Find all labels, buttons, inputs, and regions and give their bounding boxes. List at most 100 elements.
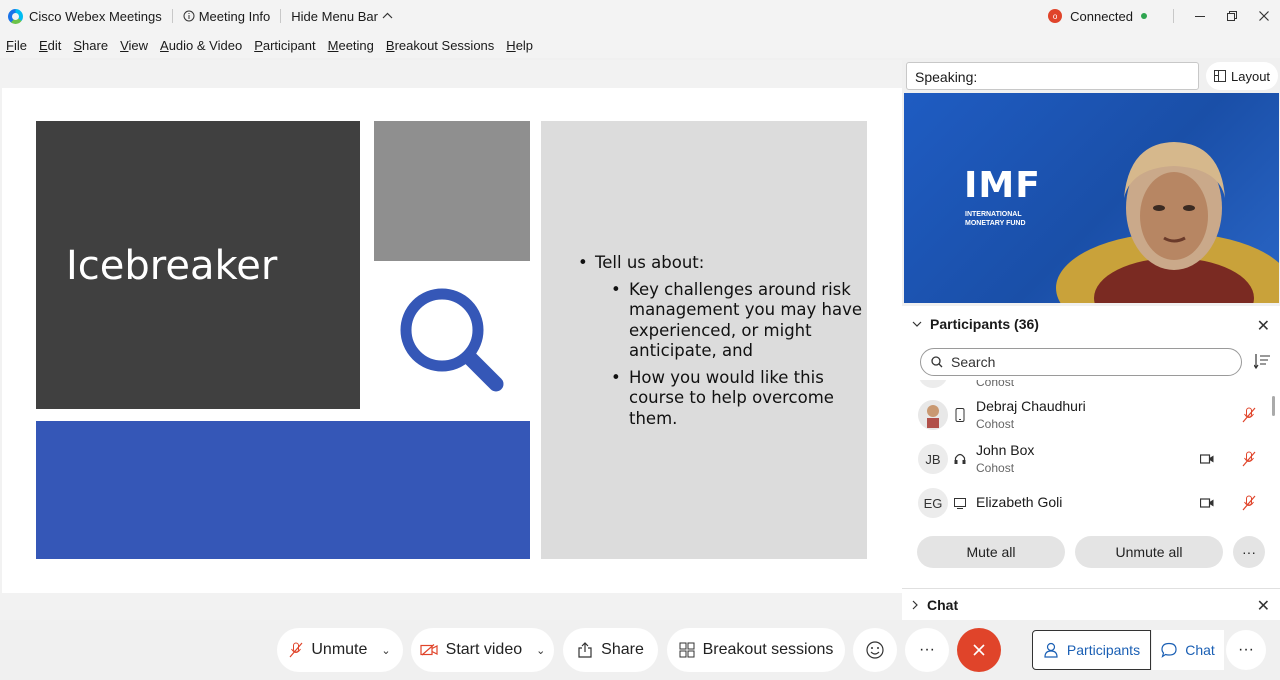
bullet-sub-2: How you would like this course to help o… (575, 368, 865, 430)
participant-list: Cohost Debraj Chaudhuri Cohost JB John B… (916, 380, 1266, 530)
more-controls-button[interactable]: ··· (905, 628, 949, 672)
connected-indicator-icon (1141, 13, 1147, 19)
participants-header[interactable]: Participants (36) (912, 316, 1039, 332)
side-panel: Speaking: Layout IMF INTERNATIONAL MONETA… (902, 60, 1280, 620)
slide-blue-block (36, 421, 530, 559)
chevron-up-icon (382, 12, 393, 19)
unmute-all-label: Unmute all (1115, 544, 1183, 560)
participant-search-input[interactable]: Search (920, 348, 1242, 376)
slide-title-block: Icebreaker (36, 121, 360, 409)
participant-row[interactable]: EG Elizabeth Goli (916, 482, 1266, 526)
smiley-icon (866, 641, 884, 659)
reactions-button[interactable] (853, 628, 897, 672)
muted-mic-icon[interactable] (1242, 451, 1256, 467)
participant-row[interactable]: JB John Box Cohost (916, 438, 1266, 482)
chevron-down-icon[interactable]: ⌄ (381, 644, 390, 657)
imf-logo: IMF (964, 165, 1041, 206)
meeting-info-label: Meeting Info (198, 8, 271, 24)
share-label: Share (601, 641, 644, 658)
title-bar: Cisco Webex Meetings Meeting Info Hide M… (0, 0, 1280, 32)
minimize-icon[interactable] (1184, 0, 1216, 32)
window-controls: o Connected (1048, 0, 1280, 32)
avatar (918, 380, 948, 388)
close-chat-icon[interactable]: ✕ (1257, 596, 1270, 616)
video-camera-icon[interactable] (1200, 454, 1214, 464)
video-off-icon (420, 644, 438, 656)
video-camera-icon[interactable] (1200, 498, 1214, 508)
more-panels-button[interactable]: ··· (1226, 630, 1266, 670)
search-placeholder: Search (951, 354, 996, 370)
participant-row[interactable]: Debraj Chaudhuri Cohost (916, 394, 1266, 438)
hide-menu-label: Hide Menu Bar (291, 8, 378, 24)
active-speaker-video[interactable]: IMF INTERNATIONAL MONETARY FUND (904, 93, 1279, 303)
participants-title: Participants (36) (930, 316, 1039, 332)
chat-header[interactable]: Chat (912, 597, 958, 613)
breakout-label: Breakout sessions (702, 641, 834, 658)
mobile-device-icon (955, 408, 965, 422)
unmute-all-button[interactable]: Unmute all (1075, 536, 1223, 568)
bullet-main: Tell us about: (575, 253, 865, 274)
speaking-label: Speaking: (915, 69, 978, 85)
chat-panel-header[interactable]: Chat ✕ (902, 588, 1280, 620)
imf-logo-subtitle: INTERNATIONAL MONETARY FUND (965, 211, 1026, 227)
mute-all-button[interactable]: Mute all (917, 536, 1065, 568)
participants-panel: Participants (36) ✕ Search Cohost Debraj… (902, 306, 1280, 588)
muted-mic-icon[interactable] (1242, 495, 1256, 511)
chat-toggle-button[interactable]: Chat (1152, 630, 1224, 670)
menu-participant[interactable]: Participant (254, 38, 315, 53)
menu-audio-video[interactable]: Audio & Video (160, 38, 242, 53)
more-options-button[interactable]: ··· (1233, 536, 1265, 568)
divider (280, 9, 282, 23)
menu-help[interactable]: Help (506, 38, 533, 53)
webex-logo-icon (8, 8, 23, 24)
participants-toggle-button[interactable]: Participants (1032, 630, 1151, 670)
app-name: Cisco Webex Meetings (29, 8, 162, 24)
restore-icon[interactable] (1216, 0, 1248, 32)
connection-status-label[interactable]: Connected (1070, 9, 1133, 24)
menu-meeting[interactable]: Meeting (328, 38, 374, 53)
breakout-sessions-button[interactable]: Breakout sessions (667, 628, 845, 672)
close-participants-icon[interactable]: ✕ (1257, 316, 1270, 336)
hide-menu-bar-button[interactable]: Hide Menu Bar (291, 9, 393, 24)
leave-meeting-button[interactable] (957, 628, 1001, 672)
more-label: ··· (1242, 544, 1256, 560)
layout-button[interactable]: Layout (1206, 62, 1278, 90)
unmute-label: Unmute (311, 641, 368, 658)
avatar (918, 400, 948, 430)
chat-title: Chat (927, 597, 959, 613)
menu-share[interactable]: Share (73, 38, 108, 53)
share-button[interactable]: Share (563, 628, 658, 672)
close-icon (973, 644, 985, 656)
participant-role: Cohost (976, 417, 1015, 431)
layout-icon (1214, 70, 1226, 82)
menu-view[interactable]: View (120, 38, 148, 53)
menu-edit[interactable]: Edit (39, 38, 61, 53)
menu-breakout-sessions[interactable]: Breakout Sessions (386, 38, 494, 53)
meeting-info-button[interactable]: Meeting Info (183, 8, 271, 24)
sort-icon[interactable] (1254, 352, 1272, 370)
muted-mic-icon (289, 642, 303, 658)
menu-file[interactable]: File (6, 38, 27, 53)
chevron-down-icon[interactable]: ⌄ (536, 644, 545, 657)
search-icon (931, 356, 943, 368)
menu-bar: File Edit Share View Audio & Video Parti… (0, 32, 1280, 58)
shared-content-stage: Icebreaker Tell us about: Key challenges… (0, 60, 902, 620)
layout-label: Layout (1231, 68, 1271, 84)
start-video-button[interactable]: Start video ⌄ (411, 628, 554, 672)
more-label: ··· (919, 641, 935, 658)
computer-device-icon (954, 498, 966, 509)
share-icon (578, 642, 592, 658)
more-label: ··· (1238, 641, 1254, 658)
app-title: Cisco Webex Meetings (0, 8, 162, 24)
unmute-button[interactable]: Unmute ⌄ (277, 628, 403, 672)
avatar: JB (918, 444, 948, 474)
participant-list-scrollbar[interactable] (1272, 396, 1275, 416)
close-icon[interactable] (1248, 0, 1280, 32)
muted-mic-icon[interactable] (1242, 407, 1256, 423)
participant-role: Cohost (976, 380, 1015, 389)
chat-icon (1161, 642, 1177, 658)
participants-label: Participants (1066, 642, 1141, 658)
chevron-down-icon (912, 321, 922, 327)
speaker-person-image (1056, 142, 1279, 303)
chevron-right-icon (912, 600, 918, 610)
